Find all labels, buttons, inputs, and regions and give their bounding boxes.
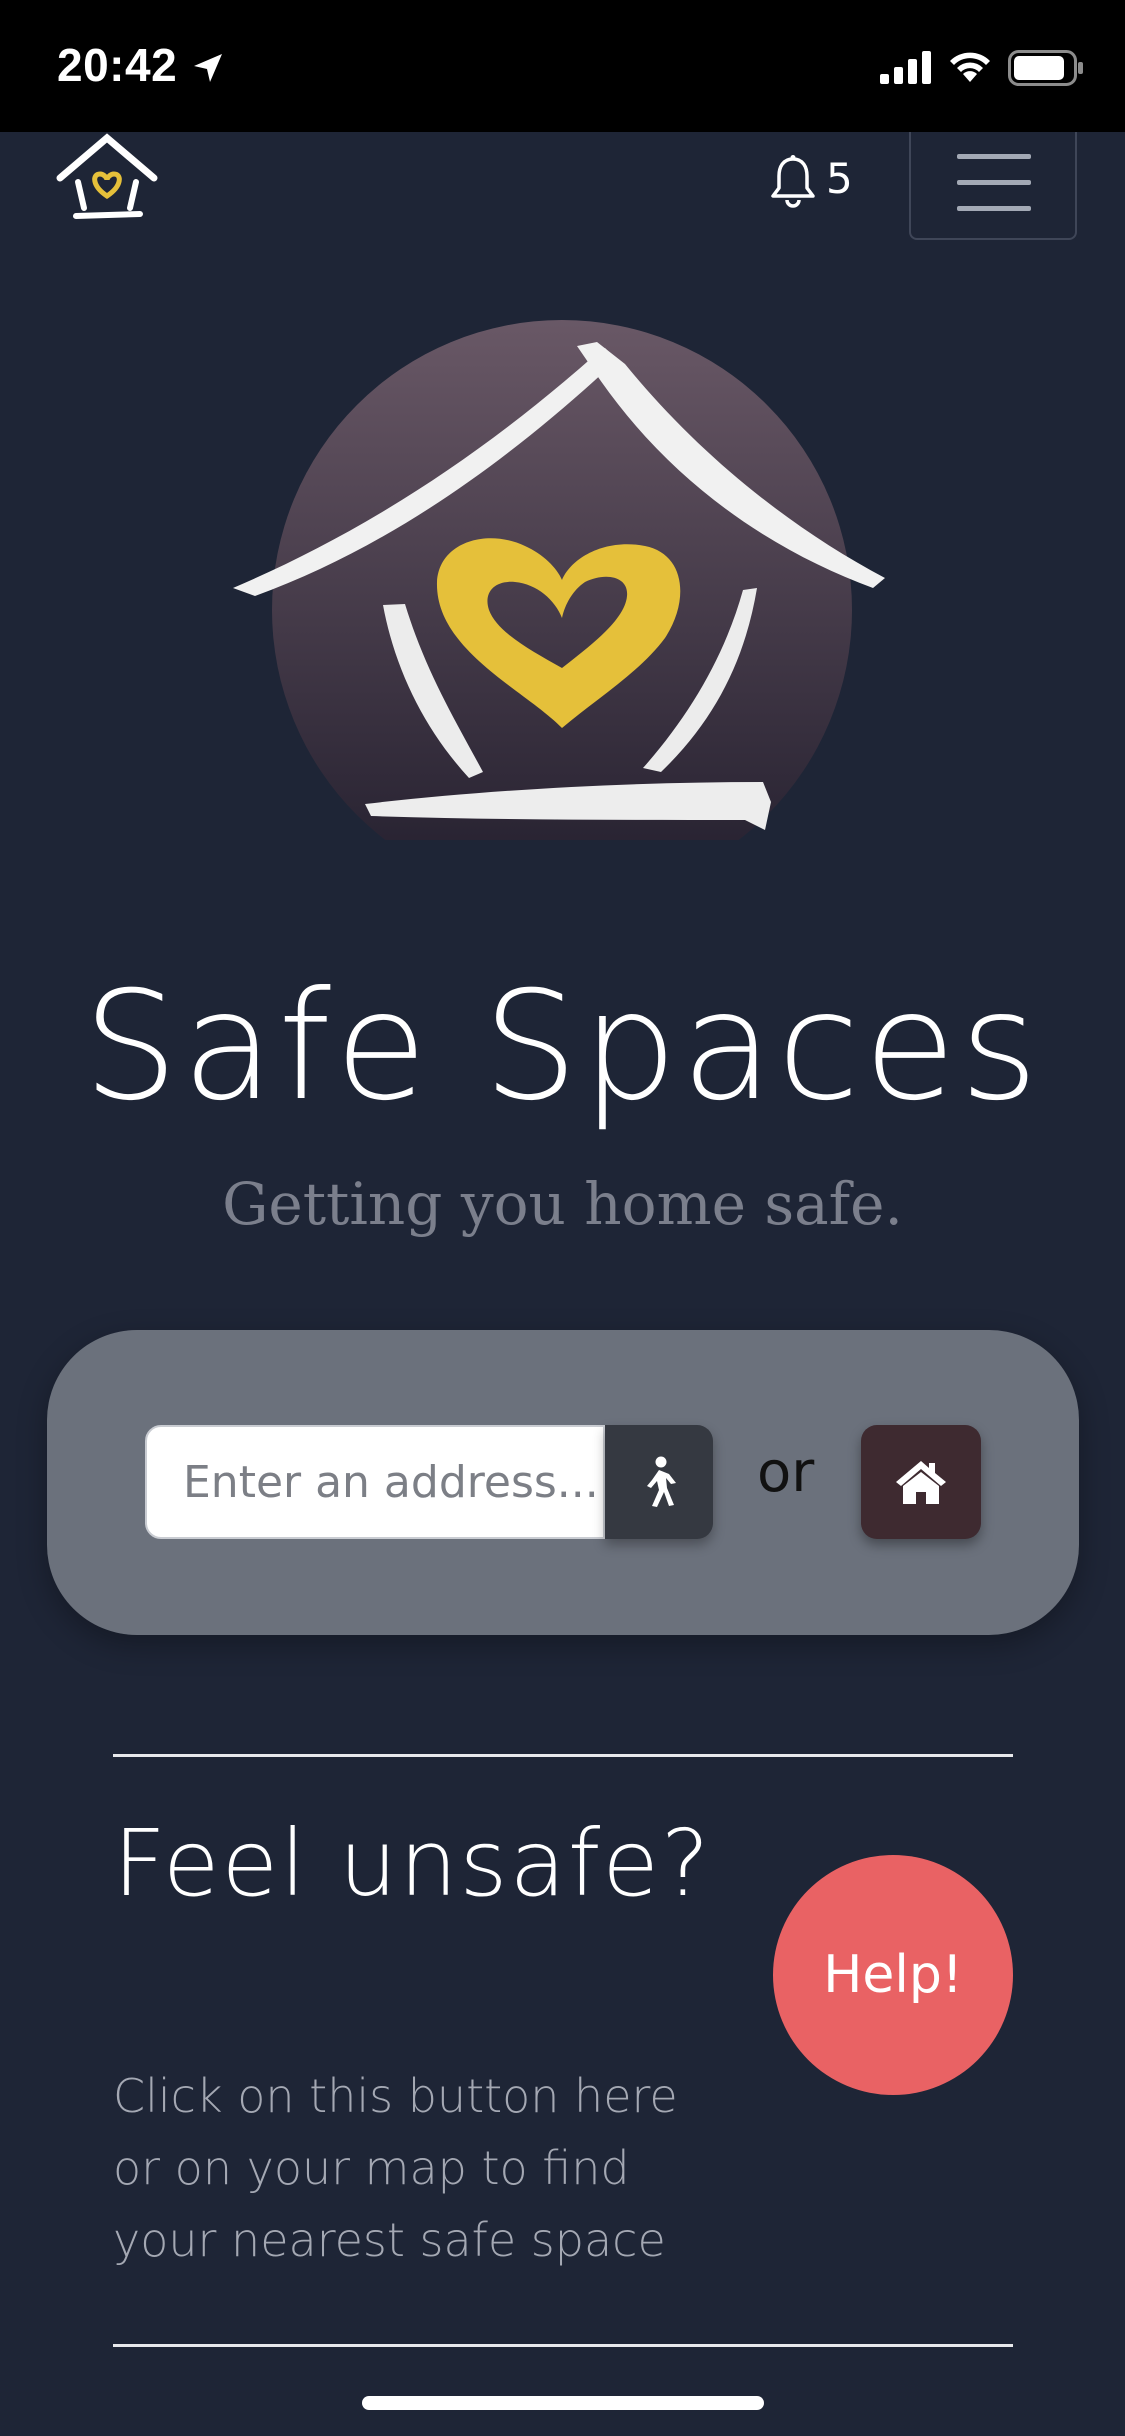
battery-icon [1008,50,1083,86]
status-time: 20:42 [57,39,178,91]
signal-icon [880,51,931,84]
feel-unsafe-description: Click on this button here or on your map… [113,2069,678,2267]
or-text: or [757,1440,815,1505]
divider-bottom [113,2344,1013,2347]
notification-count[interactable]: 5 [826,154,853,203]
home-icon [896,1461,946,1504]
safe-spaces-logo-icon[interactable] [52,132,162,222]
bell-icon[interactable] [770,154,816,208]
status-bar: 20:42 [0,0,1125,132]
walking-person-icon [647,1456,676,1507]
hamburger-menu-icon [957,154,1031,159]
location-arrow-icon [194,54,222,82]
menu-line [957,180,1031,185]
page-title: Safe Spaces [82,960,1043,1134]
search-card: or [47,1330,1079,1635]
home-indicator[interactable] [362,2396,764,2410]
home-button[interactable] [861,1425,981,1539]
walk-route-button[interactable] [605,1425,713,1539]
divider-top [113,1754,1013,1757]
house-heart-logo-icon [233,320,885,840]
menu-toggle-button[interactable] [909,132,1077,240]
address-input[interactable] [145,1425,605,1539]
feel-unsafe-heading: Feel unsafe? [113,1810,712,1917]
help-button[interactable]: Help! [773,1855,1013,2095]
menu-line [957,206,1031,211]
wifi-icon [950,52,990,82]
screen: 20:42 5 Safe Spaces Getting you home saf… [0,0,1125,2436]
tagline: Getting you home safe. [222,1170,903,1238]
navbar: 5 [0,132,1125,252]
